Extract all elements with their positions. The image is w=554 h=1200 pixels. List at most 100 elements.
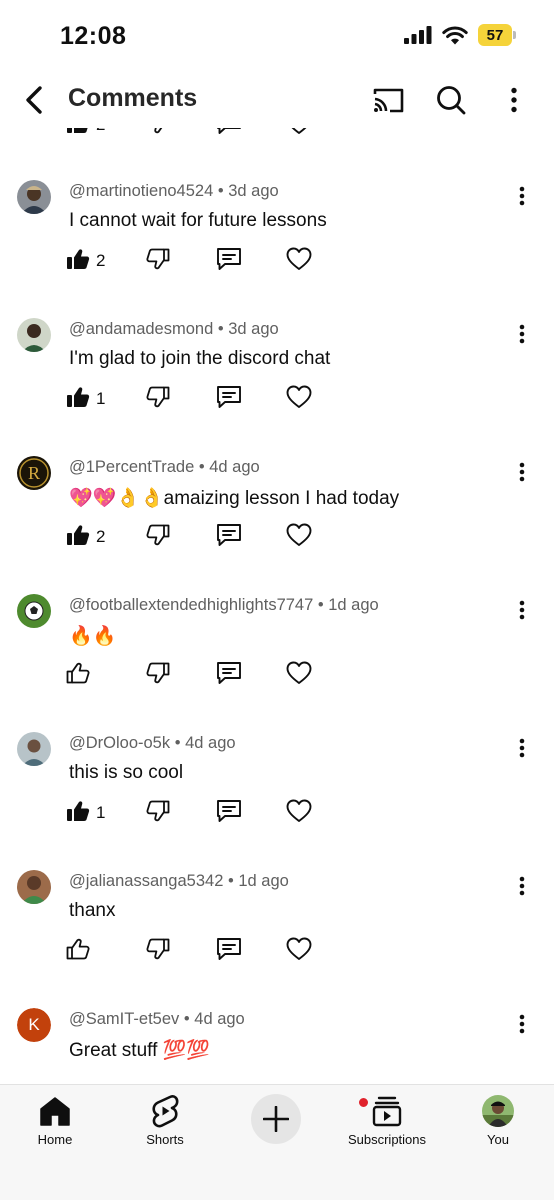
dislike-button[interactable] bbox=[146, 934, 170, 968]
avatar[interactable] bbox=[17, 318, 51, 352]
comment-item: R @1PercentTrade • 4d ago 💖💖👌👌amaizing les… bbox=[0, 456, 554, 594]
heart-button[interactable] bbox=[286, 382, 312, 416]
comment-meta: @footballextendedhighlights7747 • 1d ago bbox=[69, 596, 379, 615]
comment-age: 4d ago bbox=[209, 458, 260, 476]
reply-icon bbox=[216, 661, 242, 690]
nav-home-label: Home bbox=[37, 1132, 73, 1147]
dislike-button[interactable] bbox=[146, 520, 170, 554]
more-vertical-icon bbox=[511, 87, 517, 113]
comment-author[interactable]: @1PercentTrade bbox=[69, 458, 194, 476]
create-button[interactable] bbox=[251, 1094, 301, 1144]
dislike-button[interactable] bbox=[146, 244, 170, 278]
like-button[interactable]: 1 bbox=[66, 382, 105, 416]
comment-more-button[interactable] bbox=[512, 738, 532, 762]
like-button[interactable] bbox=[66, 658, 96, 692]
reply-icon bbox=[216, 247, 242, 276]
comment-more-button[interactable] bbox=[512, 876, 532, 900]
comment-more-button[interactable] bbox=[512, 324, 532, 348]
dislike-button[interactable] bbox=[146, 796, 170, 830]
comment-more-button[interactable] bbox=[512, 600, 532, 624]
comment-text: I'm glad to join the discord chat bbox=[69, 348, 331, 369]
comments-list[interactable]: 2 @martinotieno4524 • 3d ago I cannot wai… bbox=[0, 116, 554, 1084]
heart-button[interactable] bbox=[286, 244, 312, 278]
nav-home[interactable]: Home bbox=[5, 1093, 105, 1153]
avatar[interactable]: R bbox=[17, 456, 51, 490]
like-button[interactable]: 2 bbox=[66, 244, 105, 278]
comment-actions: 1 bbox=[0, 382, 554, 416]
thumbs-up-filled-icon bbox=[66, 248, 90, 275]
comment-age: 1d ago bbox=[238, 872, 289, 890]
reply-icon bbox=[216, 937, 242, 966]
more-vertical-icon bbox=[519, 324, 525, 349]
thumbs-up-filled-icon bbox=[66, 386, 90, 413]
avatar[interactable] bbox=[17, 594, 51, 628]
heart-button[interactable] bbox=[286, 934, 312, 968]
meta-separator: • bbox=[317, 596, 324, 614]
like-button[interactable]: 2 bbox=[66, 520, 105, 554]
comment-more-button[interactable] bbox=[512, 1014, 532, 1038]
avatar[interactable] bbox=[17, 870, 51, 904]
reply-button[interactable] bbox=[216, 796, 242, 830]
like-button[interactable] bbox=[66, 934, 96, 968]
comment-text: 🔥🔥 bbox=[69, 626, 117, 647]
comment-author[interactable]: @andamadesmond bbox=[69, 320, 213, 338]
comment-meta: @martinotieno4524 • 3d ago bbox=[69, 182, 279, 201]
comment-author[interactable]: @DrOloo-o5k bbox=[69, 734, 170, 752]
profile-avatar bbox=[482, 1095, 514, 1127]
thumbs-down-icon bbox=[146, 524, 170, 551]
comment-item: @DrOloo-o5k • 4d ago this is so cool 1 bbox=[0, 732, 554, 870]
dislike-button[interactable] bbox=[146, 382, 170, 416]
reply-button[interactable] bbox=[216, 382, 242, 416]
comment-more-button[interactable] bbox=[512, 186, 532, 210]
comment-author[interactable]: @martinotieno4524 bbox=[69, 182, 213, 200]
avatar[interactable]: K bbox=[17, 1008, 51, 1042]
cellular-signal-icon bbox=[404, 26, 432, 44]
comment-text: this is so cool bbox=[69, 762, 184, 783]
avatar[interactable] bbox=[17, 180, 51, 214]
meta-separator: • bbox=[174, 734, 181, 752]
shorts-icon bbox=[152, 1095, 179, 1128]
battery-level: 57 bbox=[478, 24, 512, 46]
thumbs-down-icon bbox=[146, 938, 170, 965]
heart-button[interactable] bbox=[286, 658, 312, 692]
reply-button[interactable] bbox=[216, 934, 242, 968]
subscriptions-icon bbox=[372, 1096, 402, 1127]
heart-icon bbox=[286, 523, 312, 552]
avatar[interactable] bbox=[17, 732, 51, 766]
heart-button[interactable] bbox=[286, 796, 312, 830]
comment-item: @martinotieno4524 • 3d ago I cannot wait … bbox=[0, 180, 554, 318]
heart-icon bbox=[286, 385, 312, 414]
comment-item: @footballextendedhighlights7747 • 1d ago… bbox=[0, 594, 554, 732]
reply-button[interactable] bbox=[216, 520, 242, 554]
reply-button[interactable] bbox=[216, 244, 242, 278]
search-button[interactable] bbox=[431, 80, 471, 120]
comment-author[interactable]: @SamIT-et5ev bbox=[69, 1010, 179, 1028]
reply-button[interactable] bbox=[216, 658, 242, 692]
comment-age: 4d ago bbox=[185, 734, 236, 752]
comment-item: @andamadesmond • 3d ago I'm glad to join … bbox=[0, 318, 554, 456]
nav-subscriptions[interactable]: Subscriptions bbox=[337, 1093, 437, 1153]
comment-meta: @DrOloo-o5k • 4d ago bbox=[69, 734, 236, 753]
comment-author[interactable]: @jalianassanga5342 bbox=[69, 872, 223, 890]
reply-icon bbox=[216, 385, 242, 414]
comment-more-button[interactable] bbox=[512, 462, 532, 486]
comment-age: 3d ago bbox=[228, 320, 279, 338]
comment-text: I cannot wait for future lessons bbox=[69, 210, 327, 231]
like-count: 1 bbox=[96, 803, 106, 822]
heart-button[interactable] bbox=[286, 520, 312, 554]
nav-shorts[interactable]: Shorts bbox=[115, 1093, 215, 1153]
meta-separator: • bbox=[227, 872, 234, 890]
like-button[interactable]: 1 bbox=[66, 796, 105, 830]
thumbs-up-icon bbox=[66, 662, 90, 689]
nav-you[interactable]: You bbox=[448, 1093, 548, 1153]
back-button[interactable] bbox=[18, 82, 50, 118]
comment-author[interactable]: @footballextendedhighlights7747 bbox=[69, 596, 313, 614]
dislike-button[interactable] bbox=[146, 658, 170, 692]
cast-button[interactable] bbox=[368, 80, 408, 120]
status-icons: 57 bbox=[404, 24, 516, 46]
svg-text:R: R bbox=[28, 463, 40, 483]
meta-separator: • bbox=[183, 1010, 190, 1028]
plus-icon bbox=[263, 1106, 289, 1132]
overflow-menu-button[interactable] bbox=[494, 80, 534, 120]
meta-separator: • bbox=[198, 458, 205, 476]
